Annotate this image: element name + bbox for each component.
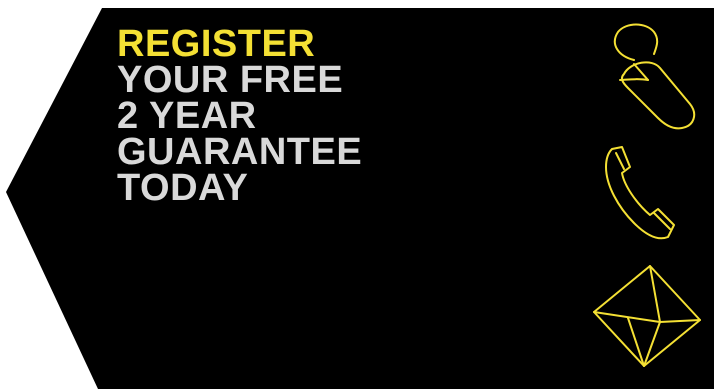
- mouse-icon: [596, 18, 706, 133]
- headline-highlight: REGISTER: [117, 23, 316, 65]
- headline-line-1: YOUR FREE: [117, 59, 344, 101]
- envelope-icon: [588, 262, 708, 374]
- headline-line-3: GUARANTEE: [117, 131, 363, 173]
- headline-line-4: TODAY: [117, 167, 249, 209]
- guarantee-banner: REGISTER YOUR FREE 2 YEAR GUARANTEE TODA…: [0, 0, 714, 389]
- contact-icons: [588, 0, 714, 389]
- headline-line-2: 2 YEAR: [117, 95, 257, 137]
- headline: REGISTER YOUR FREE 2 YEAR GUARANTEE TODA…: [117, 23, 363, 209]
- phone-icon: [600, 145, 690, 245]
